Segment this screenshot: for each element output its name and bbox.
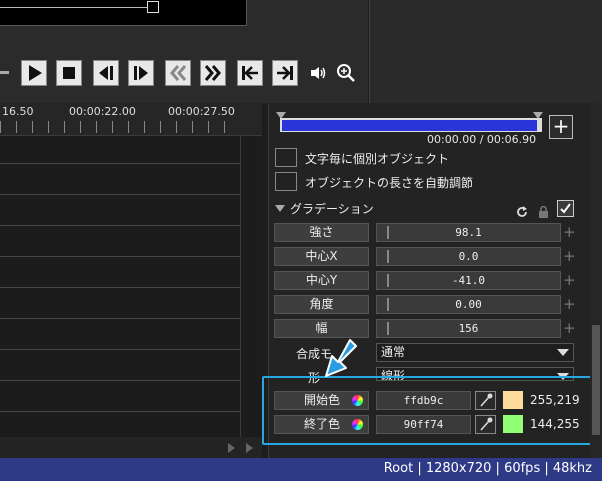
volume-icon [311, 67, 326, 79]
ruler-label: 00:00:22.00 [69, 105, 136, 118]
center-x-param-button[interactable]: 中心X [274, 247, 369, 266]
ruler-label: 00:00:27.50 [168, 105, 235, 118]
plus-icon[interactable]: + [563, 249, 576, 264]
layer-divider [0, 163, 240, 164]
scroll-right-icon[interactable] [228, 443, 235, 453]
ruler-ticks [0, 121, 240, 133]
zoom-icon [337, 64, 355, 82]
layer-divider [0, 411, 240, 412]
seek-slider-handle[interactable] [147, 1, 159, 13]
go-to-end-button[interactable] [272, 60, 298, 86]
annotation-arrow [318, 336, 358, 380]
volume-button[interactable] [309, 64, 327, 82]
timeline-scrollbar[interactable] [0, 437, 262, 458]
layer-divider [0, 194, 240, 195]
status-text: Root | 1280x720 | 60fps | 48khz [383, 461, 592, 476]
go-to-end-icon [277, 66, 293, 80]
collapse-icon[interactable] [275, 205, 285, 212]
strength-param-button[interactable]: 強さ [274, 223, 369, 242]
rewind-icon [170, 65, 187, 81]
stop-icon [63, 67, 75, 79]
fast-forward-icon [204, 65, 221, 81]
plus-icon[interactable]: + [563, 273, 576, 288]
timeline-panel[interactable]: 16.50 00:00:22.00 00:00:27.50 [0, 103, 262, 458]
effect-title: グラデーション [290, 202, 374, 216]
auto-length-label: オブジェクトの長さを自動調節 [305, 176, 474, 190]
ruler-label: 16.50 [2, 105, 34, 118]
plus-icon[interactable]: + [563, 321, 576, 336]
go-to-start-icon [242, 66, 258, 80]
auto-length-checkbox[interactable] [275, 172, 297, 191]
lock-button[interactable] [538, 203, 549, 218]
effect-enable-checkbox[interactable] [557, 200, 574, 217]
stop-button[interactable] [56, 60, 82, 86]
layer-divider [0, 225, 240, 226]
plus-icon[interactable]: + [563, 225, 576, 240]
playback-divider [0, 71, 9, 74]
range-bar-fill [282, 120, 537, 131]
timeline-edge [240, 135, 241, 437]
arrow-icon [325, 339, 357, 377]
fast-forward-button[interactable] [200, 60, 226, 86]
layer-divider [0, 318, 240, 319]
check-icon [560, 203, 571, 214]
refresh-icon [517, 206, 527, 217]
time-readout: 00:00.00 / 00:06.90 [427, 133, 537, 146]
blend-mode-value: 通常 [381, 345, 406, 359]
chevron-down-icon [557, 349, 569, 356]
layer-divider [0, 256, 240, 257]
slider-grip[interactable] [387, 298, 389, 311]
center-x-value-text: 0.0 [458, 250, 479, 263]
layer-divider [0, 287, 240, 288]
slider-grip[interactable] [387, 274, 389, 287]
go-to-start-button[interactable] [237, 60, 263, 86]
next-frame-icon [134, 66, 148, 80]
highlight-box [262, 376, 592, 445]
center-x-value[interactable]: 0.0 [376, 247, 561, 266]
angle-value[interactable]: 0.00 [376, 295, 561, 314]
slider-grip[interactable] [387, 250, 389, 263]
add-button[interactable]: + [549, 115, 573, 139]
reset-button[interactable] [516, 203, 528, 217]
timeline-ruler[interactable]: 16.50 00:00:22.00 00:00:27.50 [0, 103, 262, 136]
per-character-checkbox[interactable] [275, 148, 297, 167]
plus-icon[interactable]: + [563, 297, 576, 312]
status-bar: Root | 1280x720 | 60fps | 48khz [0, 458, 602, 481]
play-icon [29, 65, 42, 81]
rewind-button[interactable] [165, 60, 191, 86]
strength-value[interactable]: 98.1 [376, 223, 561, 242]
layer-divider [0, 380, 240, 381]
side-preview-area [369, 0, 602, 103]
center-y-value-text: -41.0 [451, 274, 486, 287]
lock-icon [539, 205, 548, 218]
blend-mode-select[interactable]: 通常 [376, 343, 574, 362]
prev-frame-icon [99, 66, 113, 80]
width-value-text: 156 [458, 322, 479, 335]
seek-slider-track[interactable] [0, 7, 152, 8]
play-button[interactable] [21, 60, 47, 86]
slider-grip[interactable] [387, 322, 389, 335]
scroll-right-icon[interactable] [246, 443, 253, 453]
panel-scroll-thumb[interactable] [592, 325, 600, 435]
layer-divider [0, 349, 240, 350]
angle-value-text: 0.00 [455, 298, 482, 311]
slider-grip[interactable] [387, 226, 389, 239]
width-value[interactable]: 156 [376, 319, 561, 338]
strength-value-text: 98.1 [455, 226, 482, 239]
prev-frame-button[interactable] [93, 60, 119, 86]
center-y-value[interactable]: -41.0 [376, 271, 561, 290]
next-frame-button[interactable] [128, 60, 154, 86]
center-y-param-button[interactable]: 中心Y [274, 271, 369, 290]
zoom-button[interactable] [336, 63, 356, 83]
preview-canvas [0, 0, 247, 26]
per-character-label: 文字毎に個別オブジェクト [305, 152, 450, 166]
angle-param-button[interactable]: 角度 [274, 295, 369, 314]
